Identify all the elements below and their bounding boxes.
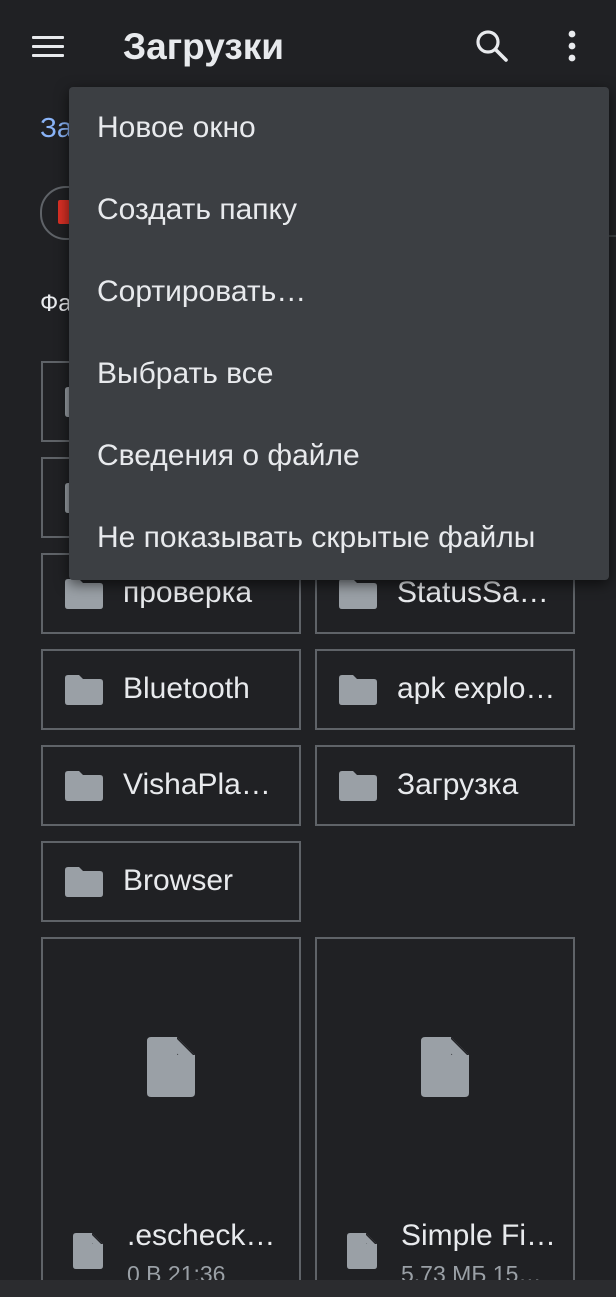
folder-icon [65,675,103,705]
breadcrumb[interactable]: За [40,112,72,144]
file-icon [73,1233,103,1269]
folder-icon [65,771,103,801]
file-icon [347,1233,377,1269]
folder-tile[interactable]: apk explo… [315,649,575,730]
folder-name: apk explo… [397,672,556,705]
folder-name: проверка [123,576,253,609]
navigation-bar [0,1280,616,1297]
file-icon [147,1037,195,1097]
section-label: Фа [40,290,72,317]
folder-icon [65,867,103,897]
folder-icon [339,771,377,801]
menu-item-hide-hidden-files[interactable]: Не показывать скрытые файлы [69,497,609,579]
menu-item-label: Не показывать скрытые файлы [97,521,536,554]
page-title: Загрузки [123,26,285,67]
folder-tile[interactable]: VishaPla… [41,745,301,826]
folder-tile[interactable]: Загрузка [315,745,575,826]
folder-name: VishaPla… [123,768,271,801]
menu-item-new-window[interactable]: Новое окно [69,87,609,169]
more-vert-icon[interactable] [560,28,584,64]
folder-tile[interactable]: Bluetooth [41,649,301,730]
folder-name: Browser [123,864,234,897]
menu-item-label: Сведения о файле [97,439,360,472]
menu-item-sort[interactable]: Сортировать… [69,251,609,333]
menu-item-file-info[interactable]: Сведения о файле [69,415,609,497]
menu-item-create-folder[interactable]: Создать папку [69,169,609,251]
folder-icon [65,579,103,609]
file-tile[interactable]: Simple Fi… 5,73 МБ 15… [315,937,575,1297]
hamburger-icon[interactable] [30,34,66,60]
search-icon[interactable] [474,28,510,64]
folder-tile[interactable]: Browser [41,841,301,922]
menu-item-label: Выбрать все [97,357,274,390]
folder-icon [339,675,377,705]
folder-name: Загрузка [397,768,519,801]
menu-item-label: Сортировать… [97,275,307,308]
menu-item-label: Новое окно [97,111,256,144]
folder-name: Bluetooth [123,672,250,705]
folder-icon [339,579,377,609]
file-name: Simple Fi… [401,1219,557,1252]
menu-item-select-all[interactable]: Выбрать все [69,333,609,415]
overflow-menu: Новое окно Создать папку Сортировать… Вы… [69,87,609,580]
app-bar: Загрузки [0,0,616,96]
file-icon [421,1037,469,1097]
folder-name: StatusSa… [397,576,549,609]
file-tile[interactable]: .escheck… 0 В 21:36 [41,937,301,1297]
file-name: .escheck… [127,1219,276,1252]
menu-item-label: Создать папку [97,193,297,226]
